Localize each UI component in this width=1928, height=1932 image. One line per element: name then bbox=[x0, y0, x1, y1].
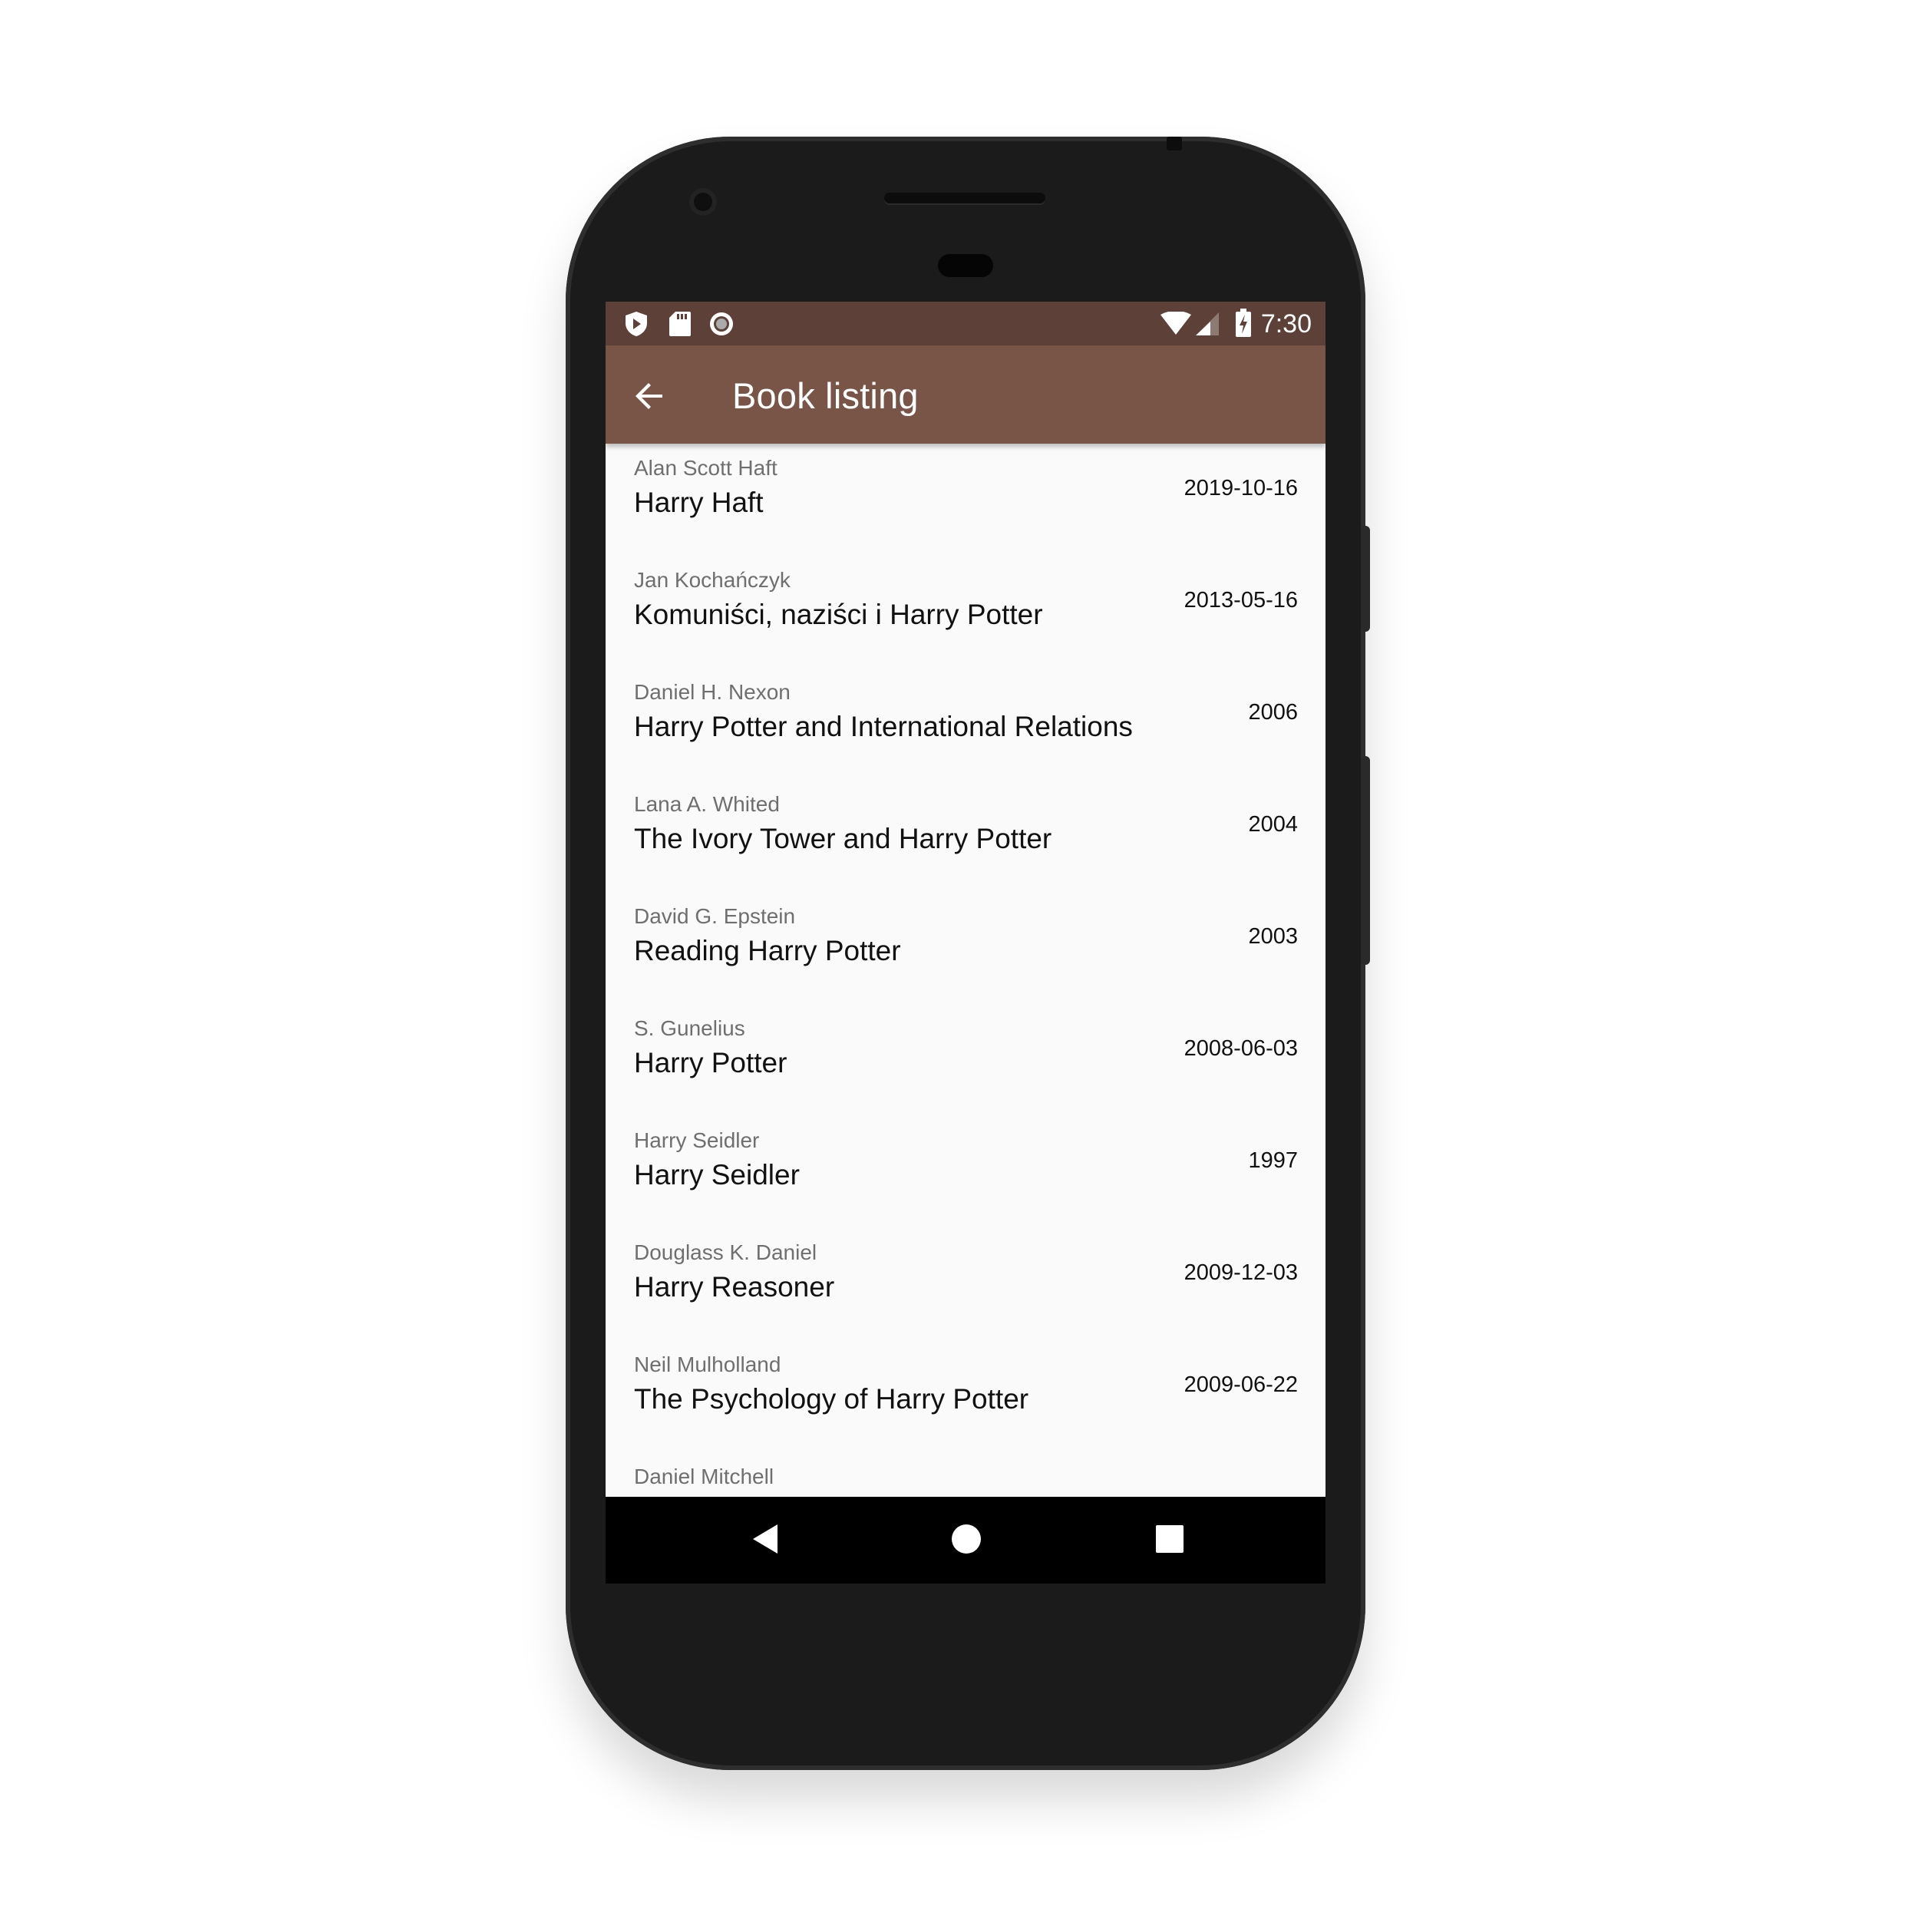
power-button bbox=[1361, 526, 1370, 632]
book-title: Harry Seidler bbox=[634, 1159, 800, 1191]
book-date: 2008-06-03 bbox=[1184, 1036, 1298, 1061]
front-camera bbox=[689, 188, 717, 216]
list-item[interactable]: S. Gunelius Harry Potter 2008-06-03 bbox=[606, 1004, 1326, 1116]
back-triangle-icon[interactable] bbox=[750, 1523, 781, 1559]
list-item[interactable]: Daniel Mitchell bbox=[606, 1452, 1326, 1497]
wifi-icon bbox=[1160, 310, 1192, 340]
recents-square-icon[interactable] bbox=[1155, 1524, 1184, 1557]
book-author: Harry Seidler bbox=[634, 1128, 760, 1152]
book-title: Komuniści, naziści i Harry Potter bbox=[634, 599, 1043, 630]
book-list[interactable]: Alan Scott Haft Harry Haft 2019-10-16 Ja… bbox=[606, 444, 1326, 1497]
status-bar: 7:30 bbox=[606, 302, 1326, 345]
book-title: Harry Reasoner bbox=[634, 1271, 835, 1303]
navigation-bar bbox=[606, 1497, 1326, 1584]
page-title: Book listing bbox=[732, 375, 919, 416]
list-item[interactable]: Daniel H. Nexon Harry Potter and Interna… bbox=[606, 668, 1326, 780]
list-item[interactable]: Alan Scott Haft Harry Haft 2019-10-16 bbox=[606, 444, 1326, 556]
book-title: The Ivory Tower and Harry Potter bbox=[634, 823, 1052, 854]
book-author: Jan Kochańczyk bbox=[634, 568, 791, 592]
book-date: 2009-06-22 bbox=[1184, 1372, 1298, 1397]
book-date: 2006 bbox=[1248, 700, 1298, 725]
book-author: Daniel H. Nexon bbox=[634, 680, 791, 704]
book-title: The Psychology of Harry Potter bbox=[634, 1383, 1029, 1415]
screen: 7:30 Book listing Alan Scott Haft Harry … bbox=[606, 302, 1326, 1584]
shield-play-icon bbox=[624, 311, 649, 341]
book-date: 1997 bbox=[1248, 1148, 1298, 1173]
book-title: Harry Haft bbox=[634, 487, 764, 518]
list-item[interactable]: Neil Mulholland The Psychology of Harry … bbox=[606, 1340, 1326, 1452]
book-author: Lana A. Whited bbox=[634, 792, 780, 816]
status-time: 7:30 bbox=[1260, 309, 1312, 339]
list-item[interactable]: Douglass K. Daniel Harry Reasoner 2009-1… bbox=[606, 1228, 1326, 1340]
book-date: 2009-12-03 bbox=[1184, 1260, 1298, 1285]
battery-charging-icon bbox=[1235, 309, 1252, 342]
book-author: Alan Scott Haft bbox=[634, 456, 777, 480]
book-author: Douglass K. Daniel bbox=[634, 1240, 817, 1264]
sd-card-icon bbox=[669, 311, 692, 341]
record-icon bbox=[708, 311, 735, 341]
cell-signal-icon bbox=[1195, 312, 1220, 340]
list-item[interactable]: Lana A. Whited The Ivory Tower and Harry… bbox=[606, 780, 1326, 892]
book-author: Daniel Mitchell bbox=[634, 1465, 774, 1488]
book-title: Reading Harry Potter bbox=[634, 935, 901, 966]
earpiece-speaker bbox=[884, 193, 1045, 203]
book-author: David G. Epstein bbox=[634, 904, 796, 928]
book-title: Harry Potter bbox=[634, 1047, 787, 1078]
book-author: S. Gunelius bbox=[634, 1016, 745, 1040]
proximity-sensor bbox=[938, 254, 993, 277]
arrow-back-icon[interactable] bbox=[629, 375, 672, 418]
list-item[interactable]: Jan Kochańczyk Komuniści, naziści i Harr… bbox=[606, 556, 1326, 668]
book-author: Neil Mulholland bbox=[634, 1352, 781, 1376]
list-item[interactable]: Harry Seidler Harry Seidler 1997 bbox=[606, 1116, 1326, 1228]
app-bar: Book listing bbox=[606, 345, 1326, 444]
book-date: 2003 bbox=[1248, 924, 1298, 949]
list-item[interactable]: David G. Epstein Reading Harry Potter 20… bbox=[606, 892, 1326, 1004]
book-date: 2019-10-16 bbox=[1184, 476, 1298, 500]
book-title: Harry Potter and International Relations bbox=[634, 711, 1133, 742]
book-date: 2004 bbox=[1248, 812, 1298, 837]
book-date: 2013-05-16 bbox=[1184, 588, 1298, 613]
home-circle-icon[interactable] bbox=[951, 1523, 982, 1559]
phone-top-button bbox=[1167, 137, 1182, 150]
volume-button bbox=[1361, 756, 1370, 965]
